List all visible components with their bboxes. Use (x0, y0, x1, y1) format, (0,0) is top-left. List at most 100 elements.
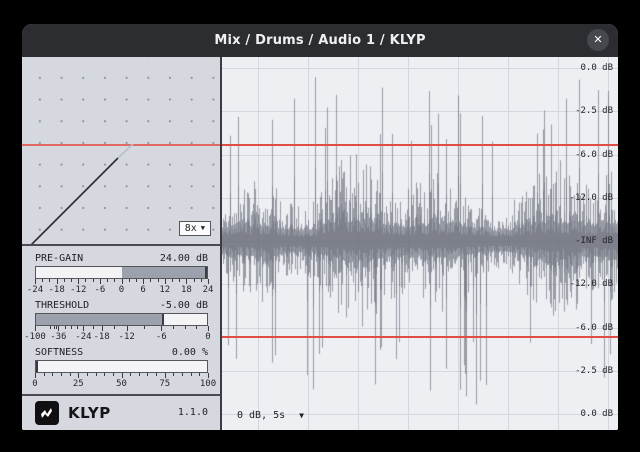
tick-minor (61, 373, 62, 376)
tick-major (208, 326, 209, 331)
scale-label: -18 (93, 332, 109, 342)
slider-fill (36, 314, 164, 325)
tick-minor (113, 373, 114, 376)
tick-minor (49, 279, 50, 282)
threshold-track[interactable] (35, 313, 208, 326)
db-scale-label: -2.5 dB (575, 106, 613, 116)
tick-minor (85, 279, 86, 282)
tick-minor (194, 279, 195, 282)
tick-minor (107, 279, 108, 282)
scale-label: -36 (50, 332, 66, 342)
chevron-down-icon: ▼ (299, 411, 304, 420)
scale-label: -12 (119, 332, 135, 342)
softness-value: 0.00 % (172, 347, 208, 358)
softness-slider: SOFTNESS 0.00 % 0255075100 (35, 347, 208, 389)
threshold-label: THRESHOLD (35, 300, 89, 311)
tick-minor (71, 279, 72, 282)
tick-minor (173, 326, 174, 329)
tick-minor (136, 279, 137, 282)
brand-name: KLYP (68, 404, 111, 422)
tick-minor (114, 279, 115, 282)
tick-minor (65, 326, 66, 329)
tick-minor (52, 373, 53, 376)
tick-minor (150, 279, 151, 282)
scale-label: 25 (73, 379, 84, 389)
tick-minor (185, 326, 186, 329)
slider-fill (122, 267, 208, 278)
control-column: 8x ▼ PRE-GAIN 24.00 dB -24-18 -12 -6 0 6 12 18… (22, 57, 220, 430)
tick-minor (139, 373, 140, 376)
slider-cursor[interactable] (36, 361, 38, 372)
footer: KLYP 1.1.0 (22, 396, 220, 430)
tick-minor (196, 326, 197, 329)
tick-minor (93, 326, 94, 329)
pregain-track[interactable] (35, 266, 208, 279)
tick-minor (130, 373, 131, 376)
pregain-slider: PRE-GAIN 24.00 dB -24-18-12-606121824 (35, 253, 208, 295)
tick-minor (70, 373, 71, 376)
db-scale-label: -6.0 dB (575, 150, 613, 160)
tick-minor (158, 279, 159, 282)
threshold-scale: -100-36-24-18-12-60 (35, 331, 208, 342)
waveform-canvas (222, 57, 618, 430)
scale-label: 0 (205, 332, 210, 342)
tick-minor (96, 373, 97, 376)
close-button[interactable]: ✕ (587, 29, 609, 51)
klyp-logo-icon (35, 401, 59, 425)
tick-minor (201, 279, 202, 282)
scale-label: 0 (32, 379, 37, 389)
db-scale-label: 0.0 dB (580, 63, 613, 73)
tick-major (208, 373, 209, 378)
scope-range-dropdown[interactable]: 0 dB, 5s ▼ (237, 410, 304, 421)
scale-label: 0 (119, 285, 124, 295)
transfer-curve-panel: 8x ▼ (22, 57, 220, 244)
pregain-value: 24.00 dB (160, 253, 208, 264)
tick-minor (129, 279, 130, 282)
softness-scale: 0255075100 (35, 378, 208, 389)
db-scale-label: 0.0 dB (580, 409, 613, 419)
tick-minor (173, 373, 174, 376)
scale-label: -24 (75, 332, 91, 342)
tick-minor (64, 279, 65, 282)
chevron-down-icon: ▼ (201, 224, 205, 232)
waveform-scope: 0.0 dB-2.5 dB-6.0 dB-12.0 dB-INF dB-12.0… (222, 57, 618, 430)
plugin-content: 8x ▼ PRE-GAIN 24.00 dB -24-18 -12 -6 0 6 12 18… (22, 57, 618, 430)
oversampling-value: 8x (185, 223, 197, 234)
scale-label: 100 (200, 379, 216, 389)
scale-label: 6 (140, 285, 145, 295)
window-title: Mix / Drums / Audio 1 / KLYP (214, 33, 425, 48)
tick-minor (156, 373, 157, 376)
slider-stack: PRE-GAIN 24.00 dB -24-18-12-606121824 TH… (22, 246, 220, 394)
tick-minor (56, 326, 57, 329)
slider-cursor[interactable] (205, 267, 207, 278)
tick-minor (172, 279, 173, 282)
tick-minor (42, 279, 43, 282)
tick-minor (54, 326, 55, 329)
scale-label: 18 (181, 285, 192, 295)
pregain-label: PRE-GAIN (35, 253, 83, 264)
db-scale-label: -12.0 dB (570, 279, 613, 289)
tick-minor (147, 373, 148, 376)
softness-track[interactable] (35, 360, 208, 373)
scale-label: 75 (159, 379, 170, 389)
tick-minor (77, 326, 78, 329)
tick-minor (87, 373, 88, 376)
tick-major (208, 279, 209, 284)
plugin-window: Mix / Drums / Audio 1 / KLYP ✕ 8x ▼ (22, 24, 618, 430)
tick-minor (44, 373, 45, 376)
tick-minor (50, 326, 51, 329)
threshold-line (222, 144, 618, 146)
tick-minor (182, 373, 183, 376)
tick-minor (93, 279, 94, 282)
tick-minor (144, 326, 145, 329)
threshold-slider: THRESHOLD -5.00 dB -100-36-24-18-12-60 (35, 300, 208, 342)
scale-label: 12 (159, 285, 170, 295)
scale-label: -6 (156, 332, 167, 342)
scale-label: -6 (94, 285, 105, 295)
title-bar: Mix / Drums / Audio 1 / KLYP ✕ (22, 24, 618, 57)
oversampling-dropdown[interactable]: 8x ▼ (179, 221, 211, 236)
scale-label: -100 (24, 332, 46, 342)
tick-minor (191, 373, 192, 376)
slider-cursor[interactable] (162, 314, 164, 325)
db-scale-label: -12.0 dB (570, 193, 613, 203)
